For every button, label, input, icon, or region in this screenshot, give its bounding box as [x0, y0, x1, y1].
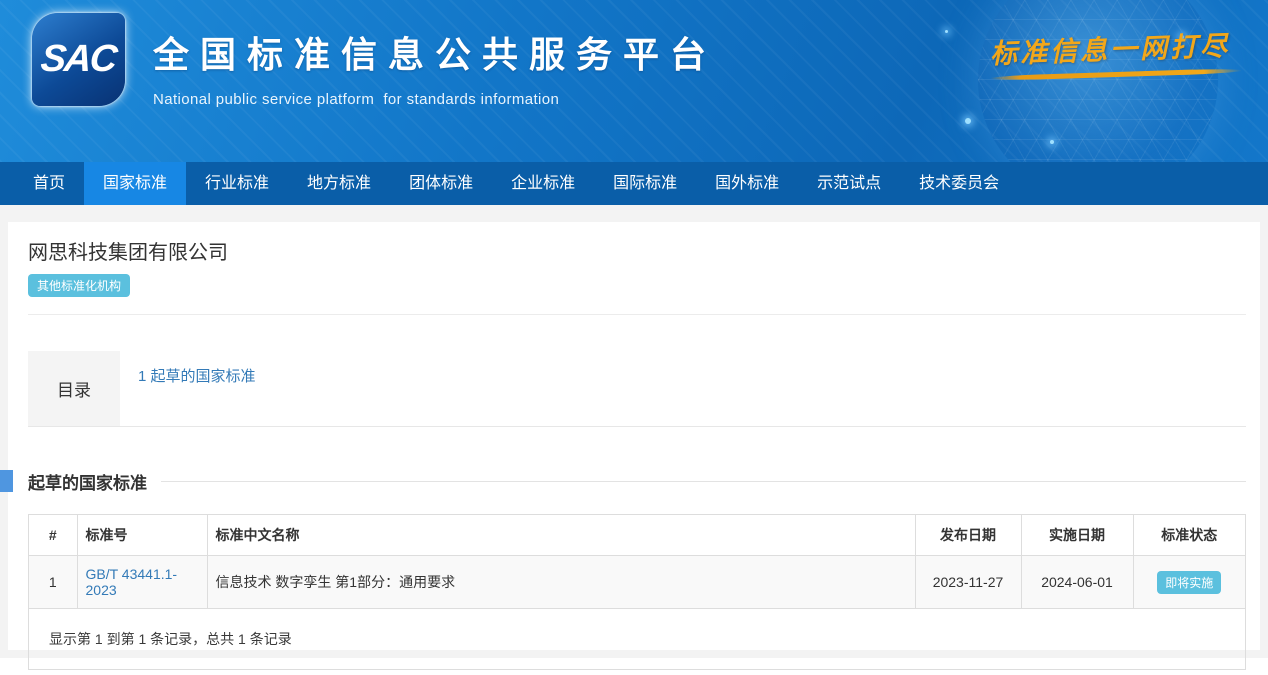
glow-dot [1050, 140, 1054, 144]
nav-tab-pilot[interactable]: 示范试点 [798, 162, 900, 205]
page-background: 网思科技集团有限公司 其他标准化机构 目录 1 起草的国家标准 起草的国家标准 … [0, 205, 1268, 658]
toc-link-drafted-standards[interactable]: 1 起草的国家标准 [138, 368, 256, 385]
section-title: 起草的国家标准 [28, 469, 147, 494]
table-header-row: # 标准号 标准中文名称 发布日期 实施日期 标准状态 [29, 515, 1245, 556]
col-header-name: 标准中文名称 [207, 515, 915, 556]
section-header: 起草的国家标准 [28, 469, 1246, 493]
nav-tab-group-standard[interactable]: 团体标准 [390, 162, 492, 205]
row-std-no: GB/T 43441.1-2023 [77, 556, 207, 609]
main-nav: 首页 国家标准 行业标准 地方标准 团体标准 企业标准 国际标准 国外标准 示范… [0, 162, 1268, 205]
site-title: 全国标准信息公共服务平台 [153, 26, 717, 78]
nav-tab-enterprise-standard[interactable]: 企业标准 [492, 162, 594, 205]
standard-number-link[interactable]: GB/T 43441.1-2023 [86, 566, 178, 598]
org-type-badge: 其他标准化机构 [28, 274, 130, 297]
toc-panel: 目录 1 起草的国家标准 [28, 351, 1246, 427]
header-banner: SAC 全国标准信息公共服务平台 National public service… [0, 0, 1268, 162]
standards-table: # 标准号 标准中文名称 发布日期 实施日期 标准状态 1 GB/T 43441… [29, 515, 1245, 609]
record-count-summary: 显示第 1 到第 1 条记录，总共 1 条记录 [29, 609, 1245, 669]
row-index: 1 [29, 556, 77, 609]
slogan-text: 标准信息一网打尽 [989, 24, 1230, 71]
col-header-std-no: 标准号 [77, 515, 207, 556]
nav-tab-international-standard[interactable]: 国际标准 [594, 162, 696, 205]
content-card: 网思科技集团有限公司 其他标准化机构 目录 1 起草的国家标准 起草的国家标准 … [8, 222, 1260, 650]
divider [28, 314, 1246, 315]
col-header-status: 标准状态 [1133, 515, 1245, 556]
col-header-pub-date: 发布日期 [915, 515, 1021, 556]
org-name: 网思科技集团有限公司 [28, 222, 1246, 265]
nav-tab-national-standard[interactable]: 国家标准 [84, 162, 186, 205]
site-titles: 全国标准信息公共服务平台 National public service pla… [153, 26, 717, 108]
nav-tab-technical-committee[interactable]: 技术委员会 [900, 162, 1018, 205]
nav-tab-local-standard[interactable]: 地方标准 [288, 162, 390, 205]
col-header-impl-date: 实施日期 [1021, 515, 1133, 556]
nav-tab-foreign-standard[interactable]: 国外标准 [696, 162, 798, 205]
row-pub-date: 2023-11-27 [915, 556, 1021, 609]
col-header-index: # [29, 515, 77, 556]
table-row: 1 GB/T 43441.1-2023 信息技术 数字孪生 第1部分：通用要求 … [29, 556, 1245, 609]
sac-logo-text: SAC [39, 38, 118, 81]
toc-label: 目录 [28, 351, 120, 426]
status-badge: 即将实施 [1157, 571, 1221, 594]
row-status: 即将实施 [1133, 556, 1245, 609]
row-std-name: 信息技术 数字孪生 第1部分：通用要求 [207, 556, 915, 609]
sac-logo[interactable]: SAC [32, 13, 125, 106]
row-impl-date: 2024-06-01 [1021, 556, 1133, 609]
nav-tab-industry-standard[interactable]: 行业标准 [186, 162, 288, 205]
section-marker [0, 470, 13, 492]
toc-body: 1 起草的国家标准 [120, 351, 1246, 426]
site-subtitle: National public service platform for sta… [153, 91, 717, 108]
glow-dot [965, 118, 971, 124]
standards-table-container: # 标准号 标准中文名称 发布日期 实施日期 标准状态 1 GB/T 43441… [28, 514, 1246, 670]
section-rule [161, 481, 1246, 482]
glow-dot [945, 30, 948, 33]
nav-tab-home[interactable]: 首页 [14, 162, 84, 205]
globe-graphic [978, 0, 1218, 162]
